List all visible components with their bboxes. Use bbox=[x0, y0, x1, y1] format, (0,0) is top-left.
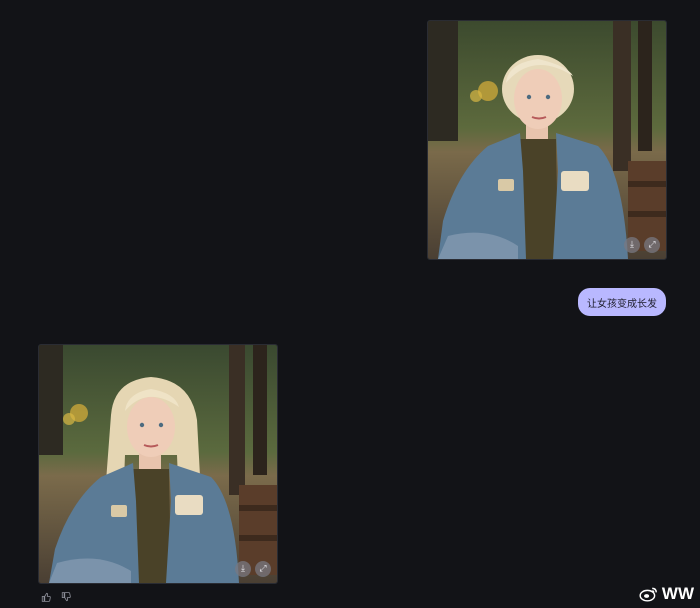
weibo-icon bbox=[639, 587, 657, 602]
expand-icon[interactable]: ⤢ bbox=[255, 561, 271, 577]
user-uploaded-image[interactable]: ⤓ ⤢ bbox=[427, 20, 667, 260]
feedback-bar bbox=[41, 592, 71, 605]
user-photo-portrait bbox=[428, 21, 666, 259]
assistant-generated-image[interactable]: ⤓ ⤢ bbox=[38, 344, 278, 584]
user-message-bubble: 让女孩变成长发 bbox=[578, 288, 666, 316]
thumbs-down-icon[interactable] bbox=[61, 592, 71, 605]
download-icon[interactable]: ⤓ bbox=[235, 561, 251, 577]
watermark-text: WW bbox=[661, 584, 694, 603]
assistant-photo-portrait bbox=[39, 345, 277, 583]
user-message-text: 让女孩变成长发 bbox=[587, 298, 657, 310]
thumbs-up-icon[interactable] bbox=[41, 592, 51, 605]
download-icon[interactable]: ⤓ bbox=[624, 237, 640, 253]
weibo-watermark: WW bbox=[639, 584, 694, 604]
expand-icon[interactable]: ⤢ bbox=[644, 237, 660, 253]
